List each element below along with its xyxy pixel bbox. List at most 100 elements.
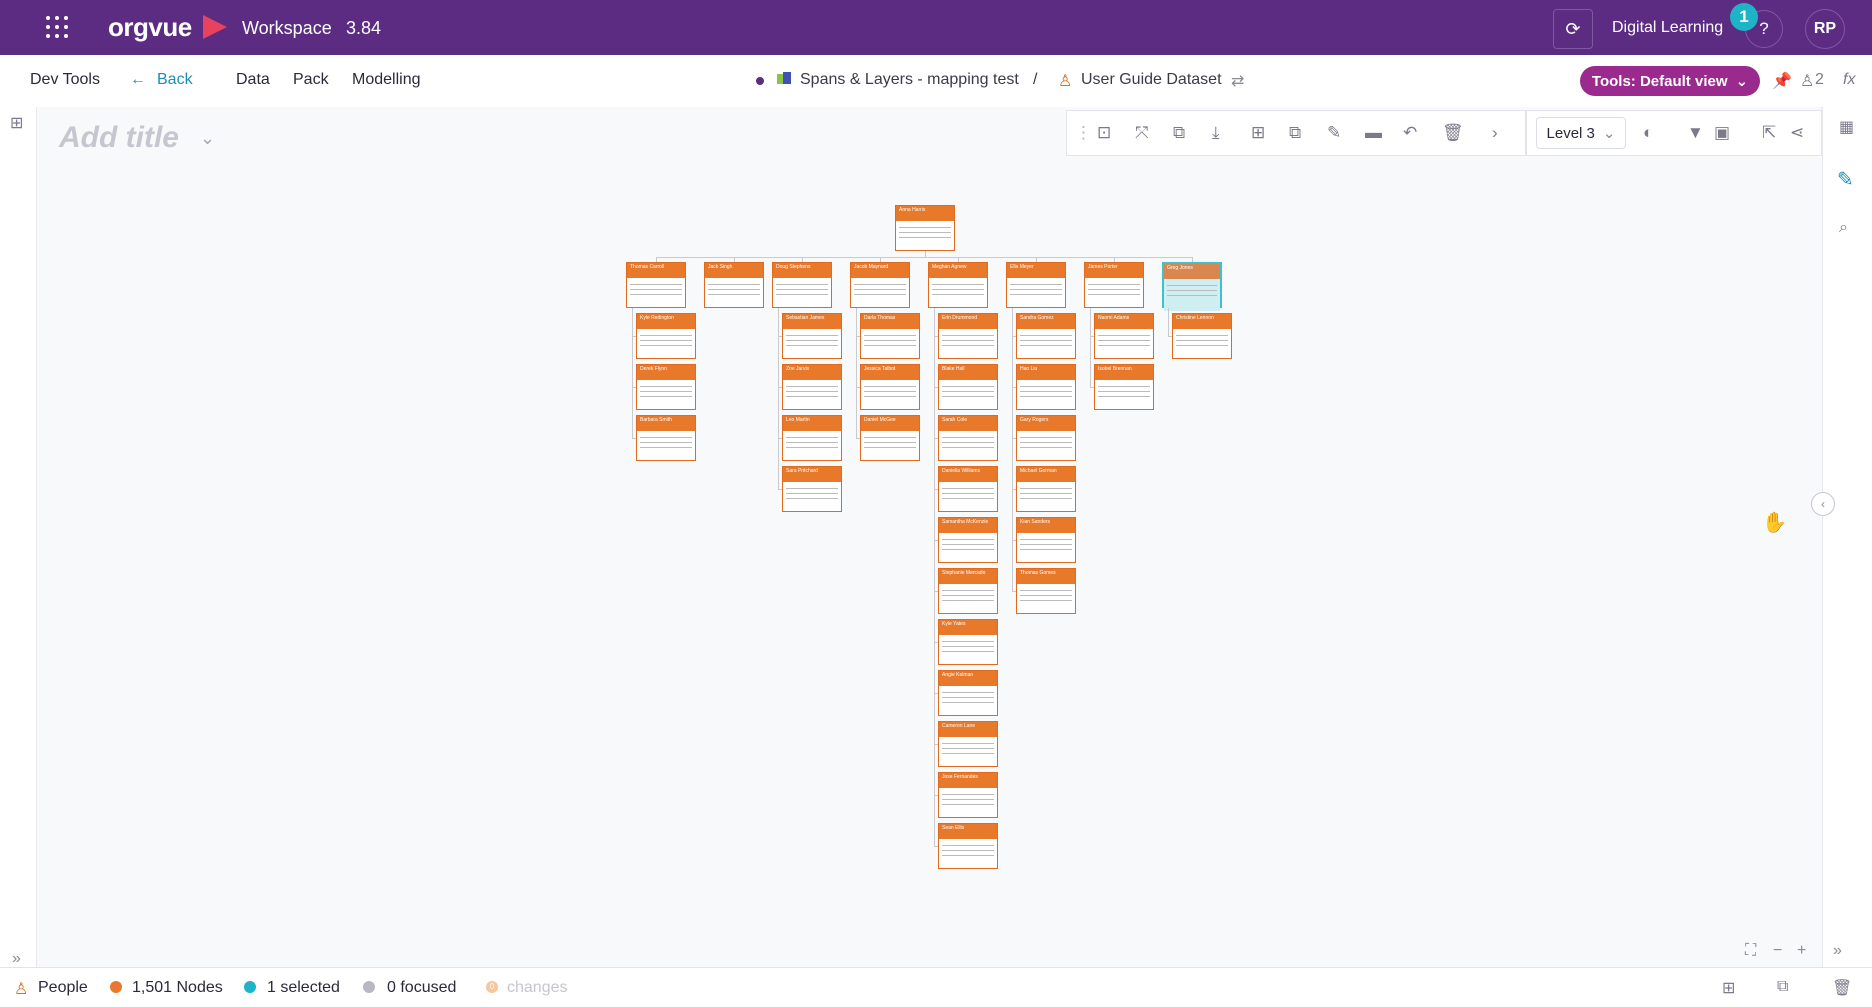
edit-icon[interactable]: ✎	[1327, 123, 1341, 143]
org-node[interactable]: Blake Hall	[938, 364, 998, 410]
tools-view-button[interactable]: Tools: Default view ⌄	[1580, 66, 1760, 96]
org-node[interactable]: Samantha McKenzie	[938, 517, 998, 563]
filter-icon[interactable]: ▼	[1687, 123, 1704, 143]
focus-icon[interactable]: ⊡	[1097, 123, 1111, 143]
undo-icon[interactable]: ↶	[1403, 123, 1417, 143]
drag-handle-icon[interactable]: ⋮	[1075, 123, 1092, 143]
org-node[interactable]: Gary Rogers	[1016, 415, 1076, 461]
formula-icon[interactable]: fx	[1843, 71, 1855, 89]
copy-icon[interactable]: ⧉	[1777, 978, 1788, 996]
duplicate-icon[interactable]: ⧉	[1289, 123, 1301, 143]
org-node[interactable]: Kian Sanders	[1016, 517, 1076, 563]
collapse-icon[interactable]: ▬	[1365, 123, 1382, 143]
org-node[interactable]: Sandra Gomez	[1016, 313, 1076, 359]
org-node[interactable]: Doug Stephens	[772, 262, 832, 308]
nodes-count[interactable]: 1,501 Nodes	[132, 979, 223, 997]
share-icon[interactable]: ⋖	[1790, 123, 1804, 143]
orgvue-logo[interactable]: orgvue	[108, 12, 192, 43]
org-node[interactable]: Derek Flynn	[636, 364, 696, 410]
dataset-name[interactable]: User Guide Dataset	[1081, 71, 1222, 89]
org-node[interactable]: Kyle Redington	[636, 313, 696, 359]
refresh-button[interactable]: ⟳	[1553, 9, 1593, 49]
org-node[interactable]: Christine Lennon	[1172, 313, 1232, 359]
user-group-label[interactable]: Digital Learning	[1612, 19, 1723, 37]
people-label[interactable]: People	[38, 979, 88, 997]
export-icon[interactable]: ⧉	[1173, 123, 1185, 143]
panel-icon[interactable]: ▦	[1839, 117, 1854, 137]
org-node-name: Sara Pritchard	[783, 467, 841, 482]
expand-left-icon[interactable]: »	[12, 950, 21, 968]
org-node[interactable]: Barbara Smith	[636, 415, 696, 461]
dev-tools-link[interactable]: Dev Tools	[30, 71, 100, 89]
org-node[interactable]: Meghan Agnew	[928, 262, 988, 308]
org-node[interactable]: Kyle Yates	[938, 619, 998, 665]
layers-icon[interactable]: ▣	[1714, 123, 1730, 143]
org-node[interactable]: Isobel Brennan	[1094, 364, 1154, 410]
org-node[interactable]: Leo Martin	[782, 415, 842, 461]
nav-pack[interactable]: Pack	[293, 71, 329, 89]
fit-screen-icon[interactable]: ⤧	[1135, 123, 1149, 143]
org-node[interactable]: Darla Thomas	[860, 313, 920, 359]
search-icon[interactable]: ⌕	[1839, 219, 1848, 237]
add-icon[interactable]: ⊞	[1722, 978, 1735, 998]
back-arrow-icon[interactable]: ←	[130, 71, 146, 89]
org-node[interactable]: Jacob Maynard	[850, 262, 910, 308]
org-node[interactable]: Greg Jones	[1162, 262, 1222, 311]
org-node[interactable]: Anna Harris	[895, 205, 955, 251]
title-input[interactable]: Add title	[59, 121, 179, 155]
import-icon[interactable]: ⤓	[1212, 123, 1220, 143]
org-node[interactable]: Sara Pritchard	[782, 466, 842, 512]
org-node[interactable]: Zoe Jarvis	[782, 364, 842, 410]
org-node[interactable]: Thomas Gomes	[1016, 568, 1076, 614]
org-node[interactable]: Erin Drummond	[938, 313, 998, 359]
org-node[interactable]: Jessica Talbot	[860, 364, 920, 410]
add-node-icon[interactable]: ⊞	[1251, 123, 1265, 143]
palette-icon[interactable]: ◐	[1643, 123, 1653, 143]
changes-label[interactable]: changes	[507, 979, 568, 997]
org-node[interactable]: Michael Gorman	[1016, 466, 1076, 512]
org-node[interactable]: James Porter	[1084, 262, 1144, 308]
org-node[interactable]: Ella Meyer	[1006, 262, 1066, 308]
org-node[interactable]: Angie Kelman	[938, 670, 998, 716]
org-node[interactable]: Naomi Adams	[1094, 313, 1154, 359]
org-node[interactable]: Daniel McGee	[860, 415, 920, 461]
fullscreen-icon[interactable]: ⛶	[1745, 942, 1756, 960]
zoom-out-icon[interactable]: −	[1773, 942, 1782, 960]
org-node[interactable]: Jack Singh	[704, 262, 764, 308]
org-node[interactable]: Sean Ellis	[938, 823, 998, 869]
zoom-in-icon[interactable]: +	[1797, 942, 1806, 960]
back-link[interactable]: Back	[157, 71, 193, 89]
expand-right-icon[interactable]: »	[1833, 942, 1842, 960]
nav-modelling[interactable]: Modelling	[352, 71, 420, 89]
user-avatar[interactable]: RP	[1805, 9, 1845, 49]
trash-icon[interactable]: 🗑	[1832, 978, 1852, 998]
level-select[interactable]: Level 3 ⌄	[1536, 117, 1626, 149]
app-grid-icon[interactable]	[46, 16, 70, 40]
chevron-down-icon[interactable]: ⌄	[200, 128, 215, 149]
org-node[interactable]: Sebastian James	[782, 313, 842, 359]
delete-icon[interactable]: 🗑	[1442, 123, 1464, 143]
org-node[interactable]: Stephanie Mercado	[938, 568, 998, 614]
chevron-right-icon[interactable]: ›	[1492, 123, 1498, 143]
org-node[interactable]: Thomas Carroll	[626, 262, 686, 308]
org-node[interactable]: Cameron Lane	[938, 721, 998, 767]
org-node[interactable]: Daniella Williams	[938, 466, 998, 512]
notification-badge[interactable]: 1	[1730, 3, 1758, 31]
chart-toolbar: ⋮ ⊡ ⤧ ⧉ ⤓ ⊞ ⧉ ✎ ▬ ↶ 🗑 ›	[1066, 110, 1526, 156]
focused-count[interactable]: 0 focused	[387, 979, 456, 997]
org-node-name: Erin Drummond	[939, 314, 997, 329]
org-node[interactable]: Sarah Cole	[938, 415, 998, 461]
project-name[interactable]: Spans & Layers - mapping test	[800, 71, 1019, 89]
sync-icon[interactable]: ⇄	[1231, 71, 1244, 91]
nav-data[interactable]: Data	[236, 71, 270, 89]
org-node[interactable]: Jose Fernandes	[938, 772, 998, 818]
selected-count[interactable]: 1 selected	[267, 979, 340, 997]
pin-icon[interactable]: 📌	[1772, 71, 1792, 91]
org-node[interactable]: Hao Liu	[1016, 364, 1076, 410]
open-external-icon[interactable]: ⇱	[1762, 123, 1776, 143]
users-icon[interactable]: ♙	[1800, 71, 1814, 91]
pencil-icon[interactable]: ✎	[1837, 167, 1854, 192]
org-node-name: Blake Hall	[939, 365, 997, 380]
collapse-panel-button[interactable]: ‹	[1811, 492, 1835, 516]
add-panel-icon[interactable]: ⊞	[10, 113, 23, 133]
